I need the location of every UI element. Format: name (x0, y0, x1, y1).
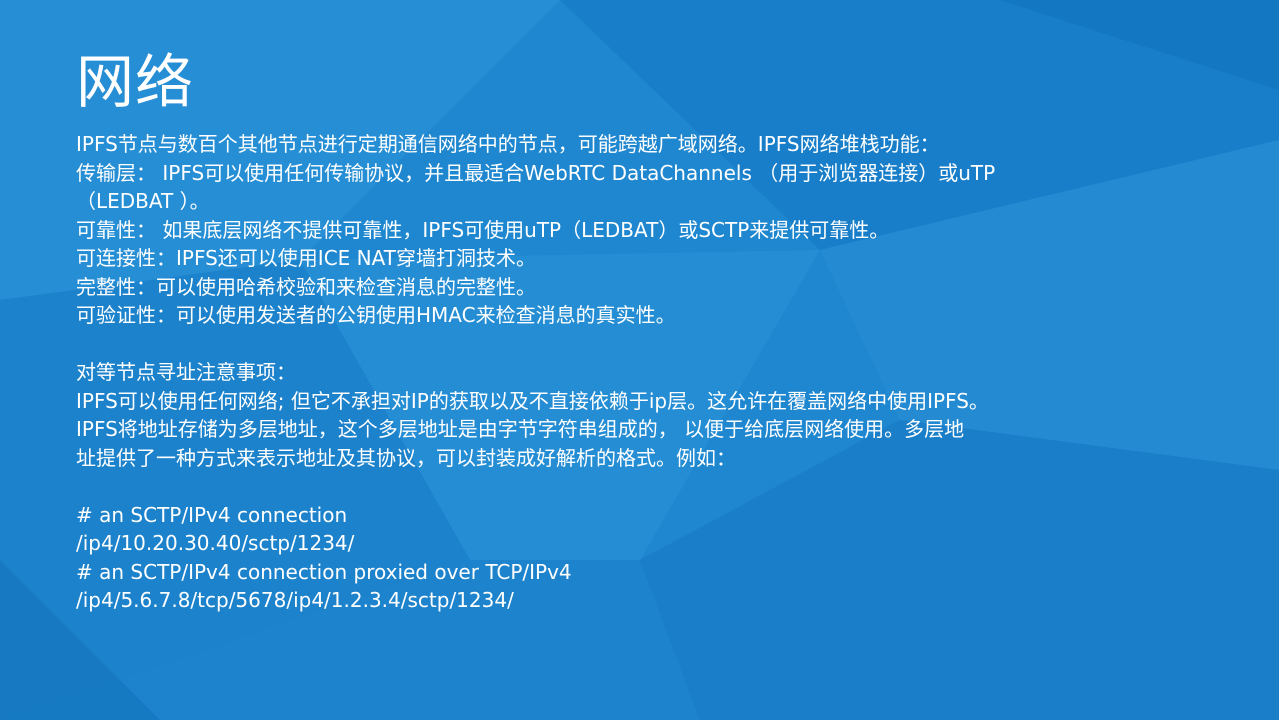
body-line: 址提供了一种方式来表示地址及其协议，可以封装成好解析的格式。例如： (76, 445, 736, 470)
body-line: 可靠性： 如果底层网络不提供可靠性，IPFS可使用uTP（LEDBAT）或SCT… (76, 217, 890, 242)
slide-body: IPFS节点与数百个其他节点进行定期通信网络中的节点，可能跨越广域网络。IPFS… (76, 130, 1176, 615)
code-line: # an SCTP/IPv4 connection proxied over T… (76, 559, 572, 584)
code-line: /ip4/5.6.7.8/tcp/5678/ip4/1.2.3.4/sctp/1… (76, 588, 514, 612)
body-line: 传输层： IPFS可以使用任何传输协议，并且最适合WebRTC DataChan… (76, 160, 996, 185)
body-line: 完整性：可以使用哈希校验和来检查消息的完整性。 (76, 274, 536, 299)
code-line: /ip4/10.20.30.40/sctp/1234/ (76, 531, 355, 555)
code-line: # an SCTP/IPv4 connection (76, 502, 348, 527)
slide-title: 网络 (76, 48, 195, 116)
body-line: 可连接性：IPFS还可以使用ICE NAT穿墙打洞技术。 (76, 246, 536, 270)
body-line: IPFS将地址存储为多层地址，这个多层地址是由字节字符串组成的， 以便于给底层网… (76, 417, 965, 441)
body-line: IPFS可以使用任何网络; 但它不承担对IP的获取以及不直接依赖于ip层。这允许… (76, 388, 989, 413)
slide: 网络 IPFS节点与数百个其他节点进行定期通信网络中的节点，可能跨越广域网络。I… (0, 0, 1279, 720)
body-line: IPFS节点与数百个其他节点进行定期通信网络中的节点，可能跨越广域网络。IPFS… (76, 132, 940, 156)
body-line: 可验证性：可以使用发送者的公钥使用HMAC来检查消息的真实性。 (76, 303, 676, 327)
body-line: 对等节点寻址注意事项： (76, 360, 296, 384)
body-line: （LEDBAT ）。 (76, 189, 210, 213)
